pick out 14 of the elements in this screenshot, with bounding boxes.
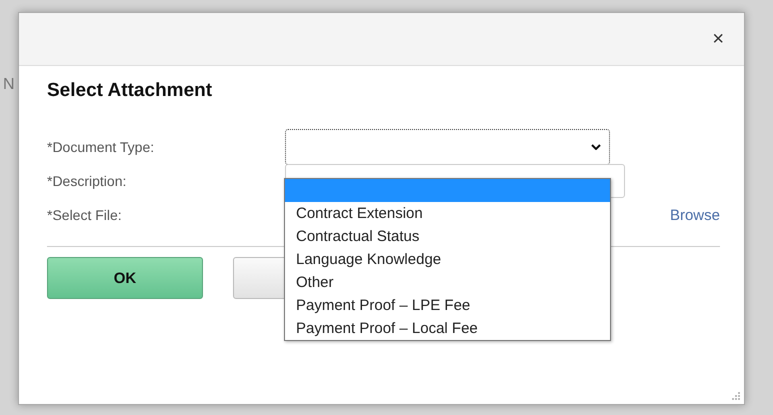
ok-button[interactable]: OK (47, 257, 203, 299)
dropdown-option[interactable]: Other (285, 271, 610, 294)
dropdown-option[interactable]: Payment Proof – LPE Fee (285, 294, 610, 317)
field-label: *Document Type: (47, 139, 156, 155)
close-button[interactable]: × (708, 28, 728, 50)
dialog-title: Select Attachment (47, 80, 214, 102)
field-label: *Select File: (47, 207, 123, 223)
browse-link[interactable]: Browse (670, 206, 720, 224)
dropdown-option[interactable]: Language Knowledge (285, 248, 610, 271)
dropdown-option[interactable]: Contractual Status (285, 225, 610, 248)
dropdown-option[interactable]: Contract Extension (285, 202, 610, 225)
column-header: N (3, 76, 15, 94)
dropdown-option[interactable]: Payment Proof – Local Fee (285, 317, 610, 340)
field-label: *Description: (47, 173, 128, 189)
